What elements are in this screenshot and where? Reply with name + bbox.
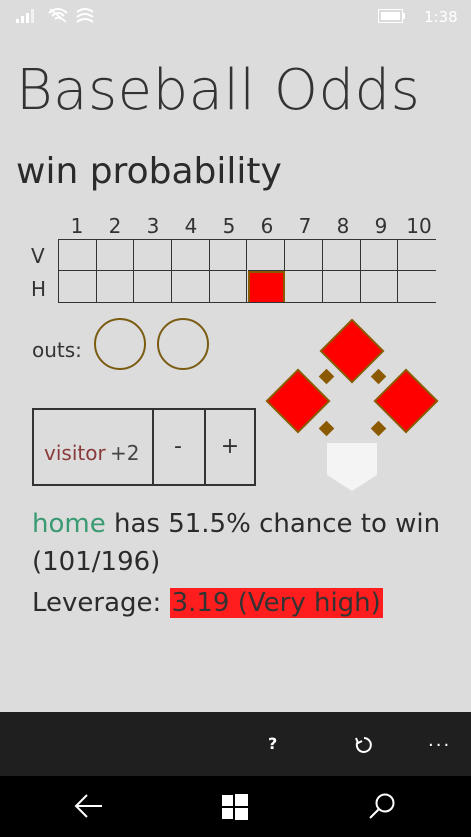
outs-label: outs: (32, 338, 82, 362)
win-ratio: (101/196) (32, 547, 161, 577)
inning-header-3: 3 (146, 214, 160, 238)
battery-icon (378, 9, 405, 23)
first-base[interactable] (373, 368, 439, 434)
app-title: Baseball Odds (16, 58, 421, 123)
inning-cell-v-4[interactable] (172, 240, 210, 271)
inning-grid (58, 239, 436, 303)
inning-header-5: 5 (222, 214, 236, 238)
leverage-label: Leverage: (32, 588, 170, 618)
clock-time: 1:38 (424, 8, 458, 26)
inning-header-7: 7 (298, 214, 312, 238)
inning-cell-v-9[interactable] (360, 240, 399, 271)
system-nav-bar (0, 776, 471, 837)
inning-cell-h-3[interactable] (134, 271, 173, 302)
search-icon[interactable] (368, 792, 396, 820)
score-margin-value: +2 (110, 441, 140, 465)
score-margin-control: visitor +2 - + (32, 408, 256, 486)
win-probability-result: home has 51.5% chance to win (101/196) (32, 505, 462, 581)
reset-icon[interactable] (355, 736, 373, 754)
inning-cell-v-5[interactable] (209, 240, 248, 271)
inning-header-8: 8 (336, 214, 350, 238)
inning-header-9: 9 (374, 214, 388, 238)
favored-team: home (32, 509, 106, 539)
inning-cell-h-4[interactable] (172, 271, 210, 302)
inning-cell-h-8[interactable] (322, 271, 361, 302)
inning-cell-v-10[interactable] (398, 240, 436, 271)
basepath-marker-left-upper (318, 368, 335, 385)
more-options-button[interactable]: ... (428, 730, 451, 751)
decrement-button[interactable]: - (152, 410, 202, 484)
home-plate (327, 443, 377, 491)
leverage-line: Leverage: 3.19 (Very high) (32, 588, 383, 618)
app-bar: ? ... (0, 712, 471, 776)
out-indicator-1[interactable] (94, 318, 146, 370)
windows-start-icon[interactable] (222, 794, 248, 820)
inning-cell-h-6[interactable] (247, 271, 286, 302)
inning-header-10: 10 (406, 214, 432, 238)
win-chance-text: has 51.5% chance to win (105, 509, 441, 539)
row-label-visitor: V (31, 244, 45, 268)
basepath-marker-left-lower (318, 420, 335, 437)
leverage-value: 3.19 (Very high) (169, 588, 383, 618)
third-base[interactable] (265, 368, 331, 434)
inning-header-4: 4 (184, 214, 198, 238)
inning-cell-h-5[interactable] (209, 271, 248, 302)
inning-cell-v-2[interactable] (96, 240, 135, 271)
page-title: win probability (16, 151, 282, 192)
inning-cell-h-7[interactable] (285, 271, 323, 302)
inning-cell-h-2[interactable] (96, 271, 135, 302)
basepath-marker-right-upper (370, 368, 387, 385)
inning-cell-h-10[interactable] (398, 271, 436, 302)
inning-cell-v-7[interactable] (285, 240, 323, 271)
inning-header-2: 2 (108, 214, 122, 238)
base-diamond (265, 318, 439, 491)
inning-cell-h-1[interactable] (59, 271, 97, 302)
wifi-icon (48, 8, 68, 23)
inning-cell-v-6[interactable] (247, 240, 286, 271)
inning-header-6: 6 (260, 214, 274, 238)
data-sense-icon (76, 8, 94, 23)
increment-button[interactable]: + (204, 410, 254, 484)
back-arrow-icon[interactable] (74, 793, 104, 819)
basepath-marker-right-lower (370, 420, 387, 437)
signal-icon (16, 9, 34, 23)
row-label-home: H (31, 277, 47, 301)
leading-team-label[interactable]: visitor (44, 441, 106, 465)
out-indicator-2[interactable] (157, 318, 209, 370)
inning-cell-v-8[interactable] (322, 240, 361, 271)
status-bar: 1:38 (0, 0, 471, 32)
inning-cell-v-1[interactable] (59, 240, 97, 271)
inning-cell-h-9[interactable] (360, 271, 399, 302)
inning-header-1: 1 (70, 214, 84, 238)
inning-cell-v-3[interactable] (134, 240, 173, 271)
help-button[interactable]: ? (268, 734, 277, 753)
